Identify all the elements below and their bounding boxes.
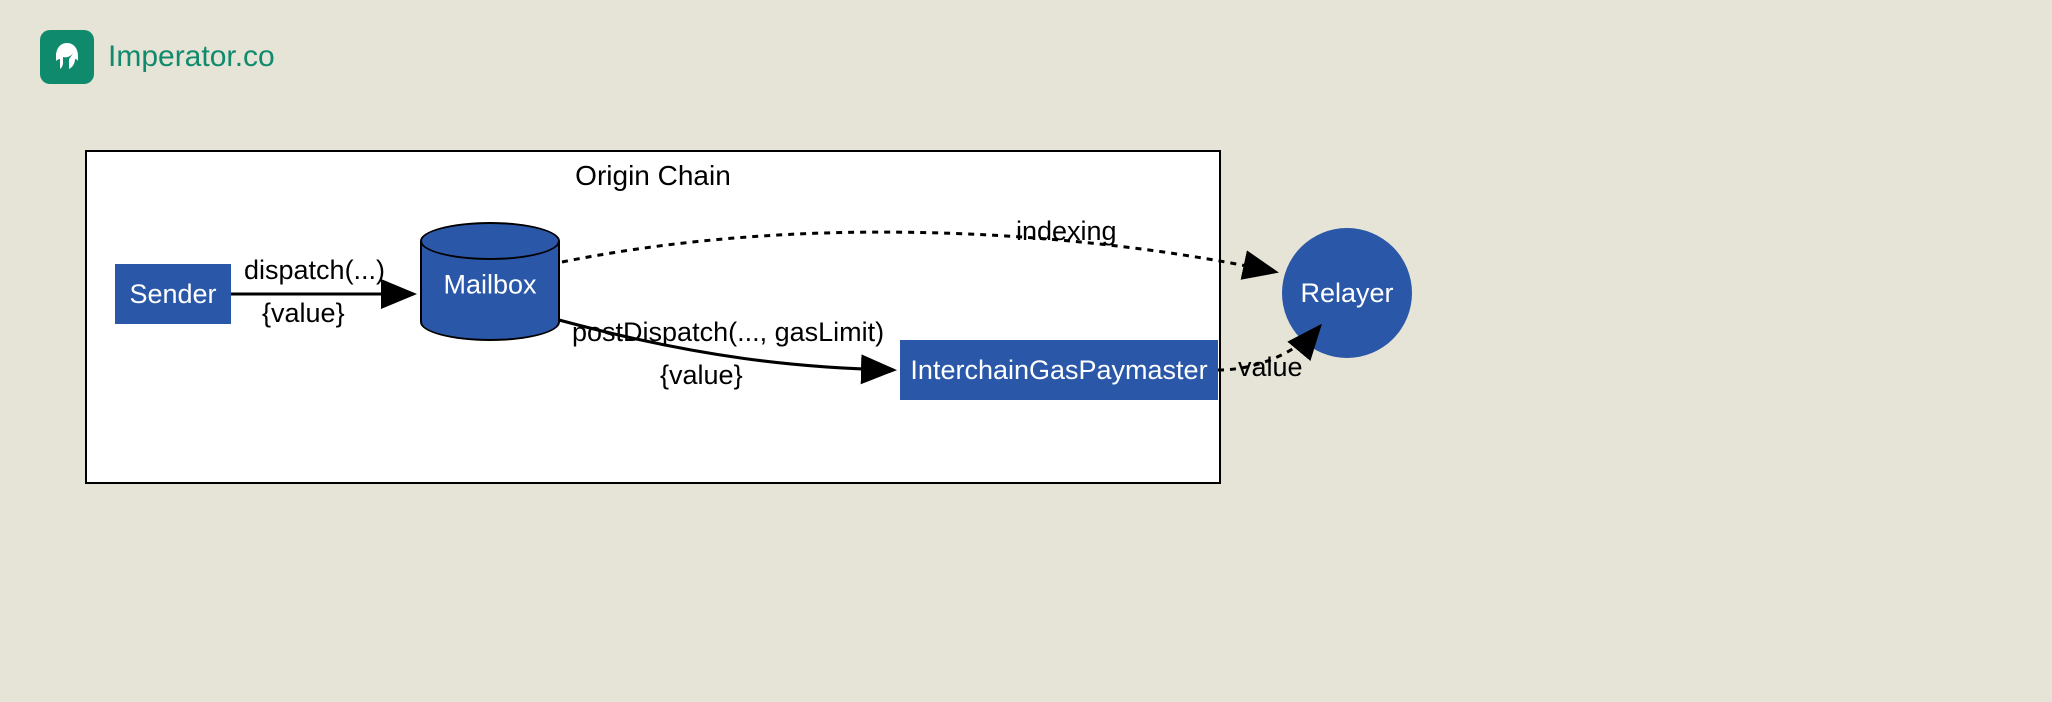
edge-dispatch-label: dispatch(...) — [244, 255, 385, 286]
edge-value-label: value — [1234, 352, 1307, 383]
node-relayer-label: Relayer — [1300, 278, 1393, 309]
node-relayer: Relayer — [1282, 228, 1412, 358]
node-interchain-gas-paymaster: InterchainGasPaymaster — [900, 340, 1218, 400]
brand-logo: Imperator.co — [40, 30, 275, 84]
brand-name: Imperator.co — [108, 40, 275, 74]
node-mailbox: Mailbox — [420, 222, 560, 342]
origin-chain-title: Origin Chain — [87, 160, 1219, 192]
edge-postdispatch-label: postDispatch(..., gasLimit) — [572, 317, 884, 348]
edge-indexing-label: indexing — [1012, 216, 1121, 247]
node-mailbox-label: Mailbox — [420, 270, 560, 301]
edge-dispatch-note: {value} — [262, 298, 345, 329]
node-sender-label: Sender — [129, 279, 216, 310]
brand-helmet-icon — [40, 30, 94, 84]
node-sender: Sender — [115, 264, 231, 324]
node-igp-label: InterchainGasPaymaster — [910, 355, 1207, 386]
edge-postdispatch-note: {value} — [660, 360, 743, 391]
